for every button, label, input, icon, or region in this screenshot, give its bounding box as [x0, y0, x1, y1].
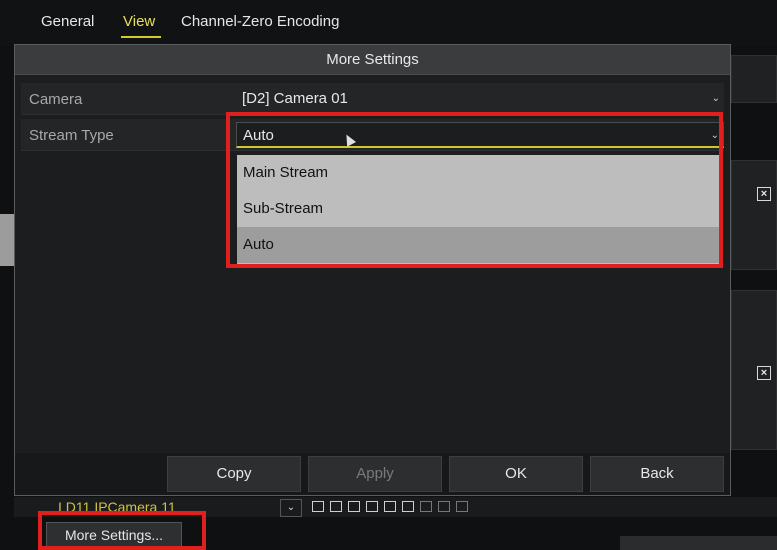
- layout-8-icon[interactable]: [366, 501, 378, 512]
- camera-label: Camera: [29, 91, 83, 108]
- stream-type-label: Stream Type: [29, 127, 114, 144]
- layout-6-icon[interactable]: [348, 501, 360, 512]
- apply-button[interactable]: Apply: [308, 456, 442, 492]
- close-icon[interactable]: ×: [757, 187, 771, 201]
- camera-value: [D2] Camera 01: [242, 90, 348, 107]
- background-strip: [0, 214, 14, 266]
- dialog-title: More Settings: [15, 45, 730, 75]
- tab-view[interactable]: View: [123, 13, 155, 30]
- top-tab-bar: [0, 0, 777, 46]
- highlight-box: [38, 511, 206, 550]
- copy-button[interactable]: Copy: [167, 456, 301, 492]
- camera-row: Camera [D2] Camera 01 ⌄: [21, 83, 724, 115]
- dialog-footer: Copy Apply OK Back: [15, 453, 730, 495]
- layout-9-icon[interactable]: [384, 501, 396, 512]
- layout-16-icon[interactable]: [402, 501, 414, 512]
- camera-select[interactable]: [D2] Camera 01 ⌄: [236, 86, 724, 112]
- tab-channel-zero-encoding[interactable]: Channel-Zero Encoding: [181, 13, 339, 30]
- background-panel: [731, 160, 777, 270]
- active-tab-indicator: [121, 36, 161, 38]
- background-panel: [620, 536, 777, 550]
- more-settings-dialog: More Settings Camera [D2] Camera 01 ⌄ St…: [14, 44, 731, 496]
- chevron-down-icon[interactable]: ⌄: [280, 499, 302, 517]
- highlight-box: [226, 112, 723, 268]
- ok-button[interactable]: OK: [449, 456, 583, 492]
- close-icon[interactable]: ×: [757, 366, 771, 380]
- layout-32-icon[interactable]: [438, 501, 450, 512]
- layout-1-icon[interactable]: [312, 501, 324, 512]
- chevron-down-icon: ⌄: [711, 93, 720, 104]
- layout-36-icon[interactable]: [456, 501, 468, 512]
- background-panel: [731, 55, 777, 103]
- layout-icons: [312, 501, 468, 512]
- back-button[interactable]: Back: [590, 456, 724, 492]
- tab-general[interactable]: General: [41, 13, 94, 30]
- layout-4-icon[interactable]: [330, 501, 342, 512]
- layout-25-icon[interactable]: [420, 501, 432, 512]
